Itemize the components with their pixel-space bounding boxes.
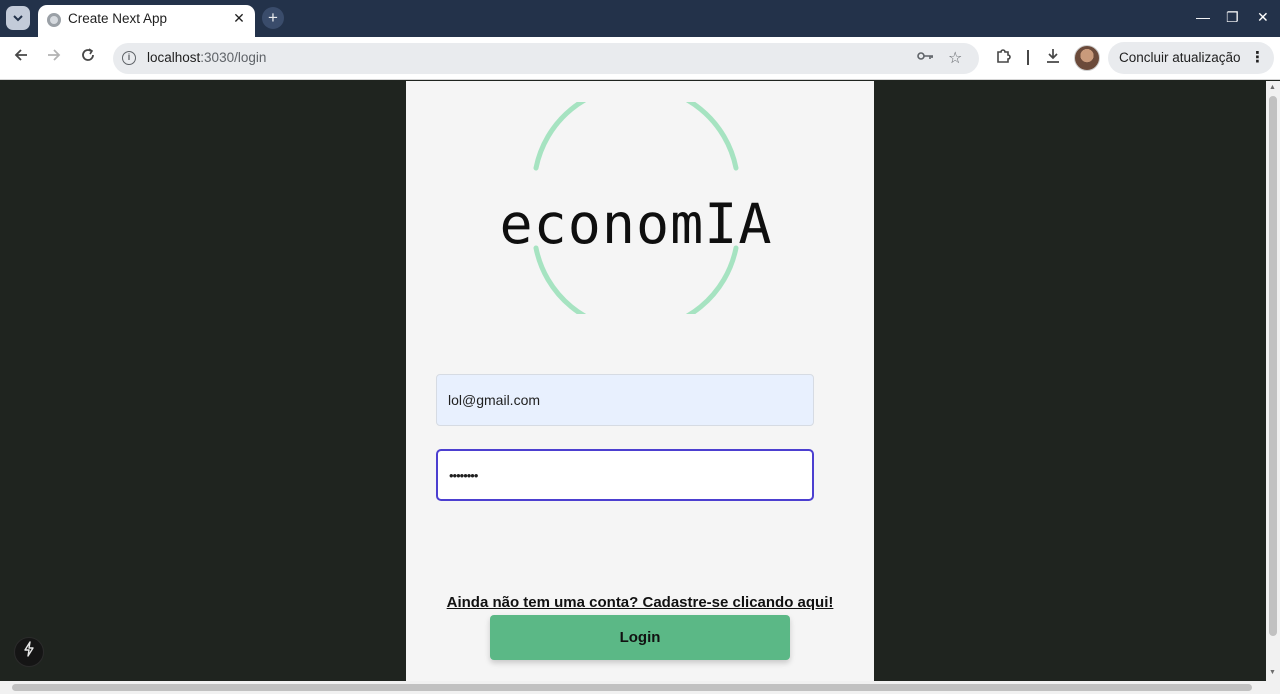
puzzle-icon[interactable] — [995, 48, 1011, 68]
arrow-right-icon — [48, 49, 61, 61]
new-tab-button[interactable]: + — [262, 7, 284, 29]
key-icon[interactable] — [917, 50, 934, 65]
lightning-icon[interactable] — [14, 637, 44, 667]
horizontal-scrollbar[interactable] — [0, 681, 1280, 694]
address-bar[interactable]: i localhost:3030/login ☆ — [113, 43, 979, 74]
tab-strip: Create Next App ✕ + — ❐ ✕ — [0, 0, 1280, 37]
forward-button[interactable] — [44, 48, 64, 68]
scroll-up-icon[interactable]: ▲ — [1269, 84, 1276, 91]
update-label: Concluir atualização — [1119, 50, 1241, 65]
login-panel: economIA Ainda não tem uma conta? Cadast… — [406, 81, 874, 681]
kebab-menu-icon: ⋮ — [1250, 49, 1265, 66]
password-field[interactable] — [436, 449, 814, 501]
horizontal-scroll-thumb[interactable] — [12, 684, 1252, 691]
update-button[interactable]: Concluir atualização ⋮ — [1108, 42, 1274, 74]
toolbar-divider — [1027, 50, 1029, 65]
vertical-scrollbar[interactable]: ▲ ▼ — [1266, 81, 1280, 681]
tab-title: Create Next App — [68, 11, 168, 26]
tab-search-button[interactable] — [6, 6, 30, 30]
page-viewport: economIA Ainda não tem uma conta? Cadast… — [0, 81, 1266, 681]
vertical-scroll-thumb[interactable] — [1269, 96, 1277, 636]
url-text[interactable]: localhost:3030/login — [147, 50, 266, 65]
browser-tab[interactable]: Create Next App ✕ — [38, 5, 255, 37]
arrow-left-icon — [14, 49, 27, 61]
back-button[interactable] — [11, 48, 31, 68]
url-host: localhost — [147, 50, 201, 65]
reload-icon — [82, 48, 94, 61]
download-icon[interactable] — [1045, 48, 1061, 68]
scroll-down-icon[interactable]: ▼ — [1269, 669, 1276, 676]
logo: economIA — [476, 83, 796, 333]
browser-toolbar: i localhost:3030/login ☆ Concluir atuali… — [0, 37, 1280, 80]
maximize-icon[interactable]: ❐ — [1226, 9, 1239, 26]
minimize-icon[interactable]: — — [1196, 9, 1210, 25]
reload-button[interactable] — [78, 48, 98, 68]
profile-avatar[interactable] — [1074, 45, 1100, 71]
info-icon[interactable]: i — [122, 51, 136, 65]
tab-close-icon[interactable]: ✕ — [231, 10, 247, 26]
email-field[interactable] — [436, 374, 814, 426]
globe-icon — [47, 13, 61, 27]
signup-link[interactable]: Ainda não tem uma conta? Cadastre-se cli… — [406, 594, 874, 611]
star-icon[interactable]: ☆ — [948, 48, 962, 68]
url-path: :3030/login — [200, 50, 267, 65]
close-window-icon[interactable]: ✕ — [1257, 9, 1269, 26]
logo-text: economIA — [499, 192, 773, 256]
chevron-down-icon — [13, 14, 23, 21]
login-button[interactable]: Login — [490, 615, 790, 660]
